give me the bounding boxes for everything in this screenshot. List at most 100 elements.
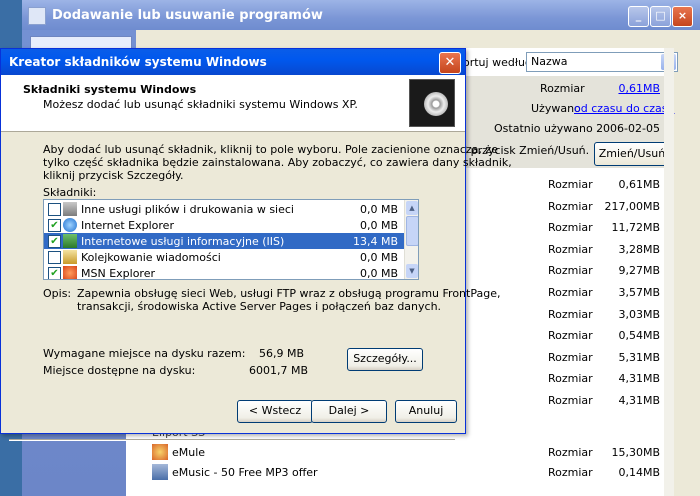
size-value: 3,28MB: [618, 242, 660, 256]
available-space-value: 6001,7 MB: [249, 364, 309, 377]
size-value: 5,31MB: [618, 350, 660, 364]
back-button[interactable]: < Wstecz: [237, 400, 313, 423]
component-size: 0,0 MB: [359, 203, 398, 216]
size-value: 4,31MB: [618, 394, 660, 407]
cancel-button[interactable]: Anuluj: [395, 400, 457, 423]
available-space-label: Miejsce dostępne na dysku:: [43, 364, 196, 377]
size-label: Rozmiar: [548, 394, 593, 407]
required-space-value: 56,9 MB: [259, 347, 305, 360]
size-value: 3,57MB: [618, 286, 660, 299]
component-checkbox[interactable]: ✔: [48, 219, 61, 232]
component-name: Inne usługi plików i drukowania w sieci: [81, 203, 294, 216]
size-value-link[interactable]: 0,61MB: [600, 82, 660, 95]
size-value: 9,27MB: [618, 264, 660, 278]
components-label: Składniki:: [43, 186, 97, 199]
size-label: Rozmiar: [548, 221, 593, 235]
size-value: 0,61MB: [618, 178, 660, 191]
component-row[interactable]: Inne usługi plików i drukowania w sieci …: [44, 201, 404, 217]
size-label: Rozmiar: [548, 264, 593, 278]
size-label: Rozmiar: [548, 329, 593, 343]
last-used-label: Ostatnio używano: [494, 122, 593, 135]
component-size: 0,0 MB: [359, 267, 398, 280]
component-name: Internetowe usługi informacyjne (IIS): [81, 235, 285, 248]
window-titlebar[interactable]: Dodawanie lub usuwanie programów _ □ ×: [22, 0, 700, 30]
size-label: Rozmiar: [548, 242, 593, 256]
components-scrollbar[interactable]: ▲ ▼: [404, 200, 418, 279]
list-item-name[interactable]: eMusic - 50 Free MP3 offer: [172, 466, 318, 479]
header-subtitle: Możesz dodać lub usunąć składniki system…: [43, 98, 358, 111]
last-used-value: 2006-02-05: [596, 122, 660, 135]
dialog-titlebar[interactable]: Kreator składników systemu Windows ✕: [1, 49, 465, 75]
emusic-icon: [152, 464, 168, 480]
component-checkbox[interactable]: ✔: [48, 267, 61, 279]
components-list[interactable]: Inne usługi plików i drukowania w sieci …: [43, 199, 419, 280]
component-name: Internet Explorer: [81, 219, 174, 232]
component-checkbox[interactable]: ✔: [48, 235, 61, 248]
dialog-title: Kreator składników systemu Windows: [9, 55, 267, 69]
size-value: 217,00MB: [604, 199, 660, 213]
component-checkbox[interactable]: [48, 251, 61, 264]
minimize-button[interactable]: _: [628, 6, 649, 27]
msn-butterfly-icon: [63, 266, 77, 279]
header-title: Składniki systemu Windows: [23, 83, 197, 96]
size-value: 11,72MB: [611, 221, 660, 235]
component-size: 0,0 MB: [359, 251, 398, 264]
component-row[interactable]: ✔ Internet Explorer 0,0 MB: [44, 217, 404, 233]
size-value: 0,54MB: [618, 329, 660, 343]
instructions-line: tylko część składnika będzie zainstalowa…: [43, 156, 512, 169]
app-icon: [28, 7, 46, 25]
maximize-button[interactable]: □: [650, 6, 671, 27]
size-value: 0,14MB: [618, 466, 660, 479]
list-scrollbar[interactable]: [664, 48, 674, 496]
size-label: Rozmiar: [548, 178, 593, 191]
wizard-cd-icon: [409, 79, 455, 127]
size-label: Rozmiar: [548, 350, 593, 364]
size-label: Rozmiar: [548, 446, 593, 459]
window-title: Dodawanie lub usuwanie programów: [52, 8, 323, 23]
windows-components-wizard: Kreator składników systemu Windows ✕ Skł…: [0, 48, 512, 441]
sort-value: Nazwa: [531, 55, 568, 68]
next-button[interactable]: Dalej >: [311, 400, 387, 423]
description-label: Opis:: [43, 287, 72, 300]
button-separator: [9, 439, 455, 441]
details-button[interactable]: Szczegóły...: [347, 348, 423, 371]
component-name: MSN Explorer: [81, 267, 155, 280]
component-name: Kolejkowanie wiadomości: [81, 251, 221, 264]
message-queue-icon: [63, 250, 77, 264]
scroll-down-icon[interactable]: ▼: [406, 264, 418, 278]
size-label: Rozmiar: [548, 372, 593, 386]
printer-network-icon: [63, 202, 77, 216]
used-value-link[interactable]: od czasu do czasu: [574, 102, 674, 115]
instructions-line: kliknij przycisk Szczegóły.: [43, 169, 184, 182]
close-icon[interactable]: ✕: [439, 52, 461, 74]
size-label: Rozmiar: [548, 307, 593, 321]
size-label: Rozmiar: [548, 466, 593, 479]
size-label: Rozmiar: [548, 286, 593, 299]
component-size: 13,4 MB: [352, 235, 398, 248]
scroll-up-icon[interactable]: ▲: [406, 201, 418, 215]
internet-explorer-icon: [63, 218, 77, 232]
required-space-label: Wymagane miejsce na dysku razem:: [43, 347, 246, 360]
size-value: 4,31MB: [618, 372, 660, 386]
list-item-name[interactable]: eMule: [172, 446, 205, 459]
sort-label: Sortuj według:: [456, 56, 536, 69]
scroll-thumb[interactable]: [406, 216, 418, 246]
description-line: Zapewnia obsługę sieci Web, usługi FTP w…: [77, 287, 501, 300]
instructions-line: Aby dodać lub usunąć składnik, kliknij t…: [43, 143, 498, 156]
component-row[interactable]: Kolejkowanie wiadomości 0,0 MB: [44, 249, 404, 265]
close-button[interactable]: ×: [672, 6, 693, 27]
component-checkbox[interactable]: [48, 203, 61, 216]
size-value: 15,30MB: [611, 446, 660, 459]
size-label: Rozmiar: [540, 82, 585, 95]
component-size: 0,0 MB: [359, 219, 398, 232]
component-row[interactable]: ✔ MSN Explorer 0,0 MB: [44, 265, 404, 280]
change-remove-button[interactable]: Zmień/Usuń: [594, 142, 670, 166]
sort-dropdown[interactable]: Nazwa ▼: [526, 52, 678, 72]
description-line: transakcji, środowiska Active Server Pag…: [77, 300, 442, 313]
iis-icon: [63, 234, 77, 248]
emule-icon: [152, 444, 168, 460]
size-label: Rozmiar: [548, 199, 593, 213]
size-value: 3,03MB: [618, 307, 660, 321]
dialog-header: Składniki systemu Windows Możesz dodać l…: [1, 75, 465, 132]
component-row-selected[interactable]: ✔ Internetowe usługi informacyjne (IIS) …: [44, 233, 404, 249]
